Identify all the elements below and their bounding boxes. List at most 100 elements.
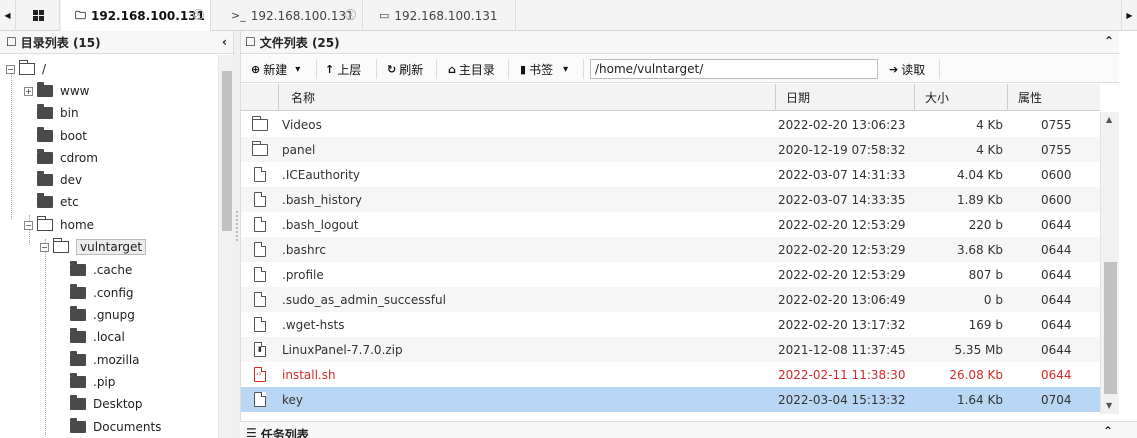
file-icon	[254, 292, 266, 307]
file-attr: 0600	[1041, 192, 1072, 207]
column-header-date[interactable]: 日期	[775, 84, 914, 111]
file-name: .bash_logout	[282, 217, 359, 232]
scroll-up-icon[interactable]: ▲	[1106, 115, 1112, 124]
tree-node-gnupg[interactable]: .gnupg	[70, 305, 135, 325]
file-row[interactable]: ▮ LinuxPanel-7.7.0.zip 2021-12-08 11:37:…	[241, 337, 1100, 362]
file-size: 4 Kb	[976, 117, 1003, 132]
file-row[interactable]: .bash_history 2022-03-07 14:33:35 1.89 K…	[241, 187, 1100, 212]
file-size: 5.35 Mb	[954, 342, 1003, 357]
scrollbar-thumb[interactable]	[222, 71, 232, 231]
file-row[interactable]: panel 2020-12-19 07:58:32 4 Kb 0755	[241, 137, 1100, 162]
close-icon[interactable]: ×	[345, 9, 356, 20]
read-path-button[interactable]: ➔ 读取	[883, 55, 931, 83]
file-row[interactable]: .ICEauthority 2022-03-07 14:31:33 4.04 K…	[241, 162, 1100, 187]
file-icon	[254, 167, 266, 182]
file-row[interactable]: .bashrc 2022-02-20 12:53:29 3.68 Kb 0644	[241, 237, 1100, 262]
collapse-up-icon[interactable]: ⌃	[1103, 424, 1113, 438]
tab-terminal[interactable]: >_ 192.168.100.131 ×	[211, 0, 363, 31]
tree-node-cache[interactable]: .cache	[70, 260, 132, 280]
file-toolbar: ⊕ 新建 ▾ ↑ 上层 ↻ 刷新 ⌂ 主目录 ▮ 书签 ▾ ➔ 读取	[241, 55, 1120, 83]
tree-node-bin[interactable]: bin	[37, 103, 79, 123]
file-size: 807 b	[968, 267, 1003, 282]
file-row[interactable]: .profile 2022-02-20 12:53:29 807 b 0644	[241, 262, 1100, 287]
tab-label: 192.168.100.131	[250, 8, 354, 23]
collapse-left-icon[interactable]: ‹	[222, 35, 227, 49]
file-row[interactable]: .wget-hsts 2022-02-20 13:17:32 169 b 064…	[241, 312, 1100, 337]
refresh-button[interactable]: ↻ 刷新	[381, 55, 429, 83]
scrollbar-thumb[interactable]	[1104, 262, 1117, 394]
tree-node-root[interactable]: − /	[6, 59, 46, 79]
file-attr: 0644	[1041, 267, 1072, 282]
terminal-tab-icon: >_	[231, 9, 246, 22]
file-list-scrollbar[interactable]: ▲ ▼	[1100, 112, 1120, 414]
scroll-down-icon[interactable]: ▼	[1106, 401, 1112, 410]
selected-tree-label: vulntarget	[76, 239, 147, 255]
column-header-name[interactable]: 名称	[278, 84, 775, 111]
file-row[interactable]: Videos 2022-02-20 13:06:23 4 Kb 0755	[241, 112, 1100, 137]
column-header-size[interactable]: 大小	[914, 84, 1007, 111]
file-row[interactable]: .sudo_as_admin_successful 2022-02-20 13:…	[241, 287, 1100, 312]
file-date: 2022-02-20 13:06:49	[778, 292, 906, 307]
up-level-button[interactable]: ↑ 上层	[319, 55, 367, 83]
tab-bar: ◀ 🗀 192.168.100.131 × >_ 192.168.100.131…	[0, 0, 1137, 32]
tab-scroll-right-button[interactable]: ▶	[1121, 0, 1137, 31]
collapse-up-icon[interactable]: ⌃	[1104, 34, 1114, 48]
file-row-selected[interactable]: key 2022-03-04 15:13:32 1.64 Kb 0704	[241, 387, 1100, 412]
tab-database[interactable]: ▭ 192.168.100.131	[363, 0, 516, 31]
plus-circle-icon: ⊕	[251, 62, 261, 76]
collapse-toggle-icon[interactable]: −	[40, 242, 49, 252]
folder-icon	[70, 306, 86, 321]
arrow-right-icon: ➔	[889, 62, 899, 76]
tree-node-pip[interactable]: .pip	[70, 372, 115, 392]
file-list-header: ☐ 文件列表 (25) ⌃	[241, 31, 1137, 54]
file-icon	[254, 242, 266, 257]
column-header-attr[interactable]: 属性	[1007, 84, 1100, 111]
file-attr: 0644	[1041, 292, 1072, 307]
file-name: .sudo_as_admin_successful	[282, 292, 446, 307]
file-size: 220 b	[968, 217, 1003, 232]
tree-node-home[interactable]: − home	[24, 215, 94, 235]
file-size: 1.64 Kb	[956, 392, 1003, 407]
folder-open-icon	[52, 238, 69, 253]
script-file-icon: ‹›	[254, 367, 266, 382]
collapse-toggle-icon[interactable]: −	[6, 64, 15, 74]
panel-icon: ☐	[6, 35, 17, 49]
file-name: Videos	[282, 117, 322, 132]
file-size: 4 Kb	[976, 142, 1003, 157]
tree-scrollbar[interactable]	[218, 55, 234, 438]
grid-icon	[32, 10, 44, 21]
file-row[interactable]: ‹› install.sh 2022-02-11 11:38:30 26.08 …	[241, 362, 1100, 387]
collapse-toggle-icon[interactable]: −	[24, 220, 33, 230]
close-icon[interactable]: ×	[193, 9, 204, 20]
tree-node-etc[interactable]: etc	[37, 192, 79, 212]
chevron-down-icon: ▾	[563, 63, 569, 75]
home-tab[interactable]	[17, 0, 60, 31]
folder-icon	[70, 395, 86, 410]
folder-icon	[70, 328, 86, 343]
tree-node-boot[interactable]: boot	[37, 126, 87, 146]
tree-node-documents[interactable]: Documents	[70, 417, 161, 437]
tab-file-manager[interactable]: 🗀 192.168.100.131 ×	[61, 0, 211, 32]
tree-node-vulntarget[interactable]: − vulntarget	[40, 237, 147, 257]
file-name: panel	[282, 142, 316, 157]
path-input[interactable]	[590, 59, 878, 79]
refresh-icon: ↻	[387, 62, 397, 76]
tree-node-desktop[interactable]: Desktop	[70, 394, 143, 414]
folder-tab-icon: 🗀	[75, 8, 86, 22]
tree-node-config[interactable]: .config	[70, 283, 134, 303]
tree-node-dev[interactable]: dev	[37, 170, 82, 190]
tree-node-local[interactable]: .local	[70, 327, 125, 347]
expand-toggle-icon[interactable]: +	[24, 86, 33, 96]
tab-scroll-left-button[interactable]: ◀	[0, 0, 16, 31]
tree-node-mozilla[interactable]: .mozilla	[70, 350, 140, 370]
tree-node-www[interactable]: + www	[24, 81, 89, 101]
new-button[interactable]: ⊕ 新建 ▾	[245, 55, 306, 83]
home-dir-button[interactable]: ⌂ 主目录	[442, 55, 501, 83]
file-date: 2022-02-11 11:38:30	[778, 367, 906, 382]
folder-icon	[37, 104, 53, 119]
file-size: 0 b	[983, 292, 1003, 307]
bookmark-button[interactable]: ▮ 书签 ▾	[514, 55, 574, 83]
tab-label: 192.168.100.131	[91, 9, 205, 23]
tree-node-cdrom[interactable]: cdrom	[37, 148, 98, 168]
file-row[interactable]: .bash_logout 2022-02-20 12:53:29 220 b 0…	[241, 212, 1100, 237]
